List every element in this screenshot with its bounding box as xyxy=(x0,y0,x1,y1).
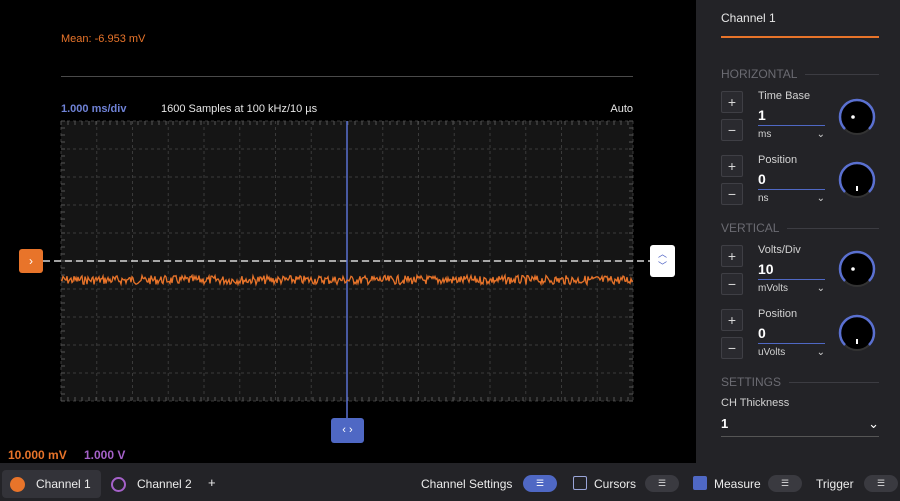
h-position-knob[interactable] xyxy=(836,159,878,201)
v-position-label: Position xyxy=(758,308,798,320)
cursors-settings-toggle[interactable]: ☰ xyxy=(645,475,679,492)
h-position-decrease-button[interactable]: − xyxy=(721,183,743,205)
volts-div-increase-button[interactable]: + xyxy=(721,245,743,267)
trigger-settings-toggle[interactable]: ☰ xyxy=(864,475,898,492)
volts-div-label: Volts/Div xyxy=(758,244,801,256)
h-position-unit-select[interactable]: ns ⌄ xyxy=(758,193,825,204)
volts-div-knob[interactable] xyxy=(836,248,878,290)
channel2-scale: 1.000 V xyxy=(84,448,126,462)
channel2-dot-icon xyxy=(111,476,126,492)
chevron-down-icon: ⌄ xyxy=(868,416,879,431)
v-position-unit-select[interactable]: uVolts ⌄ xyxy=(758,347,825,358)
channel-offset-handle[interactable]: › xyxy=(19,249,43,273)
sliders-icon: ☰ xyxy=(780,478,790,488)
measure-checkbox[interactable] xyxy=(693,476,707,490)
time-base-decrease-button[interactable]: − xyxy=(721,119,743,141)
panel-tab-underline xyxy=(721,36,879,38)
channel1-tab[interactable]: Channel 1 xyxy=(2,470,101,498)
sliders-icon: ☰ xyxy=(535,478,545,488)
vertical-section-header: VERTICAL xyxy=(721,221,879,235)
settings-section-header: SETTINGS xyxy=(721,375,879,389)
horizontal-section-header: HORIZONTAL xyxy=(721,67,879,81)
chevron-left-right-icon: ‹ › xyxy=(342,424,353,436)
h-position-value[interactable]: 0 xyxy=(758,171,825,190)
v-position-decrease-button[interactable]: − xyxy=(721,337,743,359)
bottom-toolbar: Channel 1 Channel 2 + Channel Settings ☰… xyxy=(0,463,900,501)
vertical-section-title: VERTICAL xyxy=(721,221,780,235)
h-position-increase-button[interactable]: + xyxy=(721,155,743,177)
add-channel-button[interactable]: + xyxy=(208,475,216,490)
time-base-unit: ms xyxy=(758,129,772,140)
chevron-up-down-icon: ︿ ﹀ xyxy=(657,249,667,271)
time-base-knob[interactable] xyxy=(836,96,878,138)
cursors-label: Cursors xyxy=(594,477,637,491)
trigger-label: Trigger xyxy=(816,477,854,491)
sliders-icon: ☰ xyxy=(657,478,667,488)
channel-settings-panel: Channel 1 HORIZONTAL + − Time Base 1 ms … xyxy=(696,0,900,463)
plot-area: Mean: -6.953 mV 1.000 ms/div 1600 Sample… xyxy=(0,0,696,463)
channel1-dot-icon xyxy=(10,476,25,492)
volts-div-unit-select[interactable]: mVolts ⌄ xyxy=(758,283,825,294)
cursors-checkbox[interactable] xyxy=(573,476,587,490)
chevron-down-icon: ⌄ xyxy=(816,347,825,358)
v-position-increase-button[interactable]: + xyxy=(721,309,743,331)
time-base-label: Time Base xyxy=(758,90,811,102)
chevron-right-icon: › xyxy=(29,254,33,268)
oscilloscope-grid[interactable] xyxy=(0,0,696,463)
ch-thickness-label: CH Thickness xyxy=(721,397,790,409)
channel1-scale: 10.000 mV xyxy=(8,448,67,462)
h-position-label: Position xyxy=(758,154,798,166)
trigger-level-handle[interactable]: ︿ ﹀ xyxy=(650,245,675,277)
v-position-unit: uVolts xyxy=(758,347,786,358)
measure-settings-toggle[interactable]: ☰ xyxy=(768,475,802,492)
channel-settings-label: Channel Settings xyxy=(421,477,513,491)
settings-section-title: SETTINGS xyxy=(721,375,782,389)
time-base-increase-button[interactable]: + xyxy=(721,91,743,113)
time-position-handle[interactable]: ‹ › xyxy=(331,418,364,443)
ch-thickness-select[interactable]: 1 ⌄ xyxy=(721,416,879,437)
channel2-tab-label: Channel 2 xyxy=(137,477,192,491)
horizontal-section-title: HORIZONTAL xyxy=(721,67,798,81)
v-position-knob[interactable] xyxy=(836,312,878,354)
panel-tab-channel1[interactable]: Channel 1 xyxy=(721,11,776,25)
time-base-value[interactable]: 1 xyxy=(758,107,825,126)
volts-div-decrease-button[interactable]: − xyxy=(721,273,743,295)
time-base-unit-select[interactable]: ms ⌄ xyxy=(758,129,825,140)
volts-div-value[interactable]: 10 xyxy=(758,261,825,280)
chevron-down-icon: ⌄ xyxy=(816,283,825,294)
channel2-tab[interactable]: Channel 2 xyxy=(111,470,192,498)
channel-settings-toggle[interactable]: ☰ xyxy=(523,475,557,492)
chevron-down-icon: ⌄ xyxy=(816,129,825,140)
h-position-unit: ns xyxy=(758,193,769,204)
ch-thickness-value: 1 xyxy=(721,416,729,431)
sliders-icon: ☰ xyxy=(876,478,886,488)
channel1-tab-label: Channel 1 xyxy=(36,477,91,491)
v-position-value[interactable]: 0 xyxy=(758,325,825,344)
measure-label: Measure xyxy=(714,477,761,491)
volts-div-unit: mVolts xyxy=(758,283,789,294)
chevron-down-icon: ⌄ xyxy=(816,193,825,204)
